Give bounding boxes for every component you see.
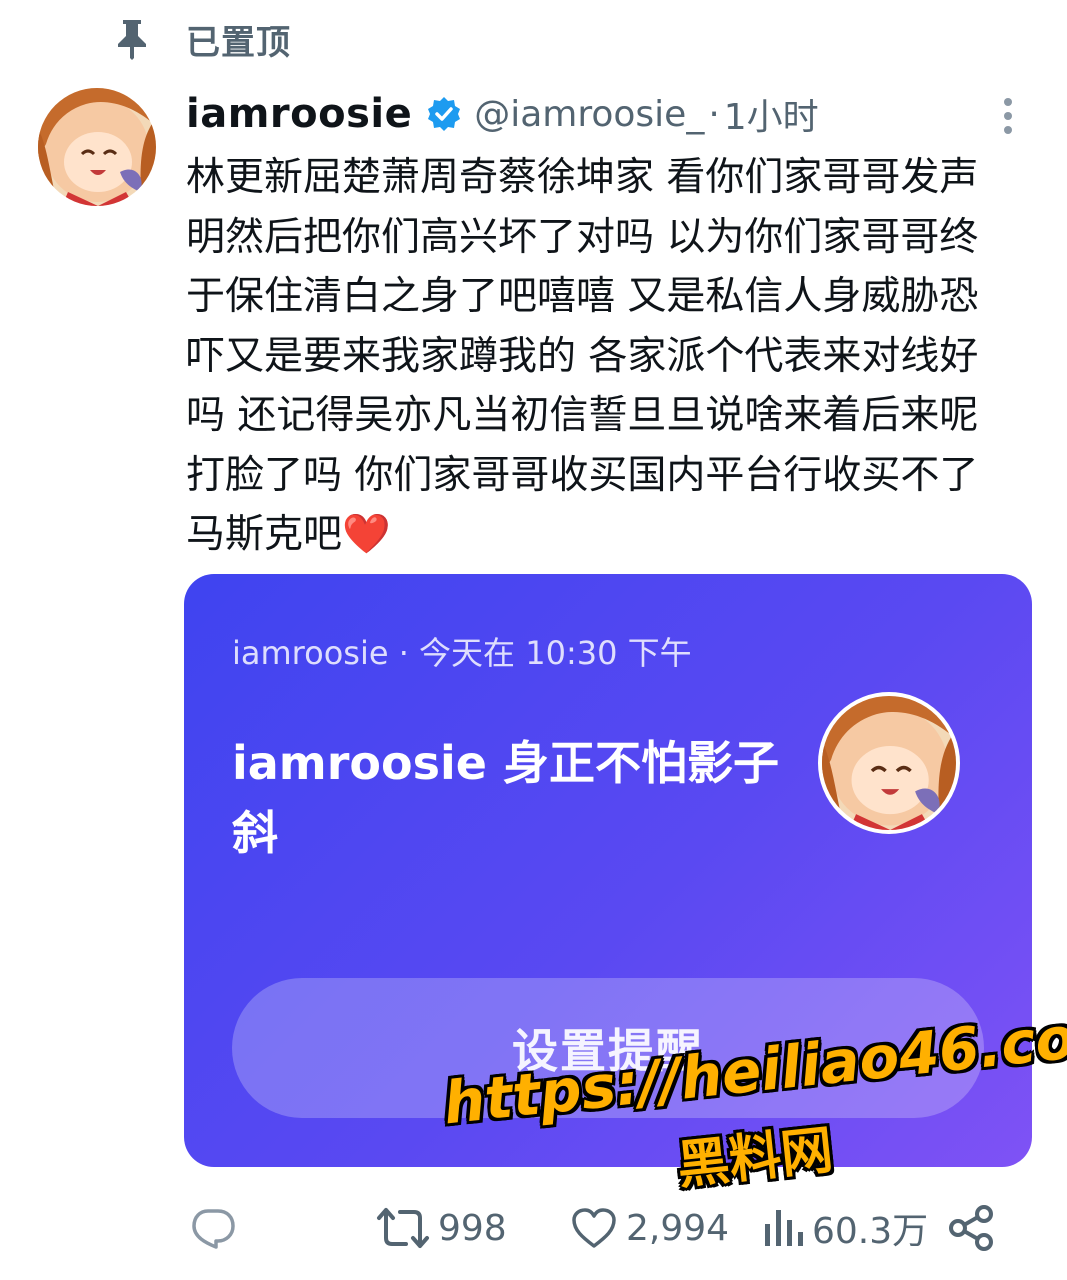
heart-icon bbox=[570, 1206, 618, 1250]
share-button[interactable] bbox=[948, 1196, 996, 1260]
more-options-icon[interactable] bbox=[994, 96, 1022, 136]
author-display-name[interactable]: iamroosie bbox=[186, 91, 412, 137]
tweet-text: 林更新屈楚萧周奇蔡徐坤家 看你们家哥哥发声明然后把你们高兴坏了对吗 以为你们家哥… bbox=[186, 148, 1016, 565]
tweet-actions: 998 2,994 60.3万 bbox=[0, 1196, 1067, 1260]
like-count: 2,994 bbox=[626, 1207, 730, 1249]
views-icon bbox=[762, 1206, 804, 1250]
card-host-avatar bbox=[818, 692, 960, 834]
views-count: 60.3万 bbox=[812, 1211, 929, 1252]
header-separator: · bbox=[708, 93, 720, 135]
tweet-timestamp[interactable]: 1小时 bbox=[724, 88, 819, 140]
retweet-count: 998 bbox=[438, 1207, 507, 1249]
pinned-label: 已置顶 bbox=[186, 22, 291, 63]
pin-icon bbox=[112, 17, 152, 61]
reply-button[interactable] bbox=[190, 1196, 236, 1260]
share-icon bbox=[948, 1204, 996, 1252]
author-avatar[interactable] bbox=[38, 88, 156, 206]
card-title: iamroosie 身正不怕影子斜 bbox=[232, 736, 779, 860]
retweet-icon bbox=[376, 1206, 430, 1250]
retweet-button[interactable]: 998 bbox=[376, 1196, 507, 1260]
verified-badge-icon bbox=[426, 96, 462, 132]
author-handle[interactable]: @iamroosie_ bbox=[474, 94, 704, 135]
card-meta: iamroosie · 今天在 10:30 下午 bbox=[232, 634, 692, 672]
pinned-indicator: 已置顶 bbox=[112, 14, 291, 64]
like-button[interactable]: 2,994 bbox=[570, 1196, 729, 1260]
tweet-header: iamroosie @iamroosie_ · 1小时 bbox=[186, 86, 819, 142]
watermark-site-name: 黑料网 bbox=[674, 1120, 836, 1197]
tweet-body: 林更新屈楚萧周奇蔡徐坤家 看你们家哥哥发声明然后把你们高兴坏了对吗 以为你们家哥… bbox=[186, 155, 979, 557]
views-button[interactable]: 60.3万 bbox=[762, 1196, 928, 1260]
reply-icon bbox=[190, 1207, 236, 1249]
heart-emoji: ❤️ bbox=[342, 512, 391, 557]
